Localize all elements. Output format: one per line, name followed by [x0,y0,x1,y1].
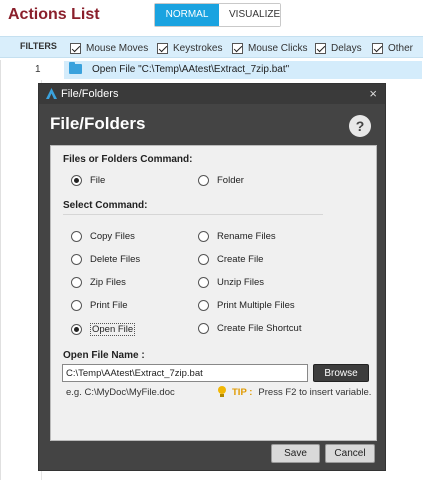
radio-unselected-icon[interactable] [71,300,82,311]
example-text: e.g. C:\MyDoc\MyFile.doc [66,387,175,398]
checkbox-checked-icon[interactable] [315,42,326,54]
header: Actions List NORMAL VISUALIZE [0,0,423,34]
radio-file[interactable]: File [71,175,105,186]
file-folders-dialog: File/Folders × File/Folders ? Files or F… [38,83,386,471]
radio-unselected-icon[interactable] [71,231,82,242]
checkbox-checked-icon[interactable] [70,42,81,54]
actions-list-page: Actions List NORMAL VISUALIZE FILTERS Mo… [0,0,423,480]
radio-unselected-icon[interactable] [71,277,82,288]
close-icon[interactable]: × [369,86,377,101]
radio-label: Open File [90,323,136,336]
radio-label: Print Multiple Files [217,300,295,311]
lightbulb-icon [217,386,227,399]
filter-mouse-moves[interactable]: Mouse Moves [70,40,148,56]
radio-unselected-icon[interactable] [198,323,209,334]
radio-zip-files[interactable]: Zip Files [71,277,126,288]
radio-unselected-icon[interactable] [198,175,209,186]
filter-label: Delays [331,42,362,54]
filters-label: FILTERS [20,41,57,51]
radio-label: Rename Files [217,231,276,242]
page-title: Actions List [8,6,100,23]
cancel-button[interactable]: Cancel [325,444,375,463]
dialog-heading: File/Folders [50,114,146,133]
radio-unselected-icon[interactable] [198,231,209,242]
divider [63,214,323,215]
files-or-folders-label: Files or Folders Command: [63,154,193,165]
radio-print-file[interactable]: Print File [71,300,127,311]
radio-delete-files[interactable]: Delete Files [71,254,140,265]
radio-label: Print File [90,300,128,311]
radio-selected-icon[interactable] [71,175,82,186]
filter-keystrokes[interactable]: Keystrokes [157,40,222,56]
filter-label: Mouse Clicks [248,42,308,54]
radio-label: Zip Files [90,277,126,288]
browse-button[interactable]: Browse [313,364,369,382]
radio-folder[interactable]: Folder [198,175,244,186]
view-toggle: NORMAL VISUALIZE [154,3,281,27]
action-row-text: Open File "C:\Temp\AAtest\Extract_7zip.b… [92,64,290,75]
select-command-label: Select Command: [63,200,148,211]
radio-label: Create File Shortcut [217,323,302,334]
save-button[interactable]: Save [271,444,320,463]
checkbox-checked-icon[interactable] [157,42,168,54]
filters-bar: FILTERS Mouse Moves Keystrokes Mouse Cli… [0,36,423,58]
tip: TIP : Press F2 to insert variable. [217,386,371,399]
radio-unselected-icon[interactable] [198,300,209,311]
radio-label: Folder [217,175,244,186]
folder-icon [69,62,82,74]
radio-copy-files[interactable]: Copy Files [71,231,135,242]
filter-label: Keystrokes [173,42,223,54]
filter-delays[interactable]: Delays [315,40,362,56]
radio-unselected-icon[interactable] [71,254,82,265]
checkbox-checked-icon[interactable] [232,42,243,54]
app-logo-icon [46,88,57,99]
radio-unzip-files[interactable]: Unzip Files [198,277,264,288]
action-row[interactable]: Open File "C:\Temp\AAtest\Extract_7zip.b… [64,61,422,79]
checkbox-checked-icon[interactable] [372,42,383,54]
filter-other[interactable]: Other [372,40,413,56]
dialog-window-title: File/Folders [61,88,119,100]
tip-label: TIP : [232,387,253,398]
open-file-name-input[interactable] [62,364,308,382]
radio-unselected-icon[interactable] [198,254,209,265]
radio-open-file[interactable]: Open File [71,323,136,336]
radio-unselected-icon[interactable] [198,277,209,288]
dialog-titlebar[interactable]: File/Folders × [39,84,385,104]
radio-create-file-shortcut[interactable]: Create File Shortcut [198,323,301,334]
normal-view-button[interactable]: NORMAL [155,4,219,26]
radio-label: Delete Files [90,254,141,265]
radio-rename-files[interactable]: Rename Files [198,231,276,242]
radio-print-multiple-files[interactable]: Print Multiple Files [198,300,295,311]
filter-label: Other [388,42,414,54]
radio-label: Copy Files [90,231,135,242]
radio-selected-icon[interactable] [71,324,82,335]
help-icon[interactable]: ? [349,115,371,137]
row-number: 1 [35,64,41,75]
radio-label: Unzip Files [217,277,264,288]
radio-create-file[interactable]: Create File [198,254,263,265]
radio-label: Create File [217,254,264,265]
open-file-name-label: Open File Name : [63,350,145,361]
filter-label: Mouse Moves [86,42,149,54]
visualize-view-button[interactable]: VISUALIZE [219,4,280,26]
filter-mouse-clicks[interactable]: Mouse Clicks [232,40,307,56]
options-panel: Files or Folders Command: File Folder Se… [50,145,377,441]
radio-label: File [90,175,106,186]
tip-text: Press F2 to insert variable. [258,387,372,398]
